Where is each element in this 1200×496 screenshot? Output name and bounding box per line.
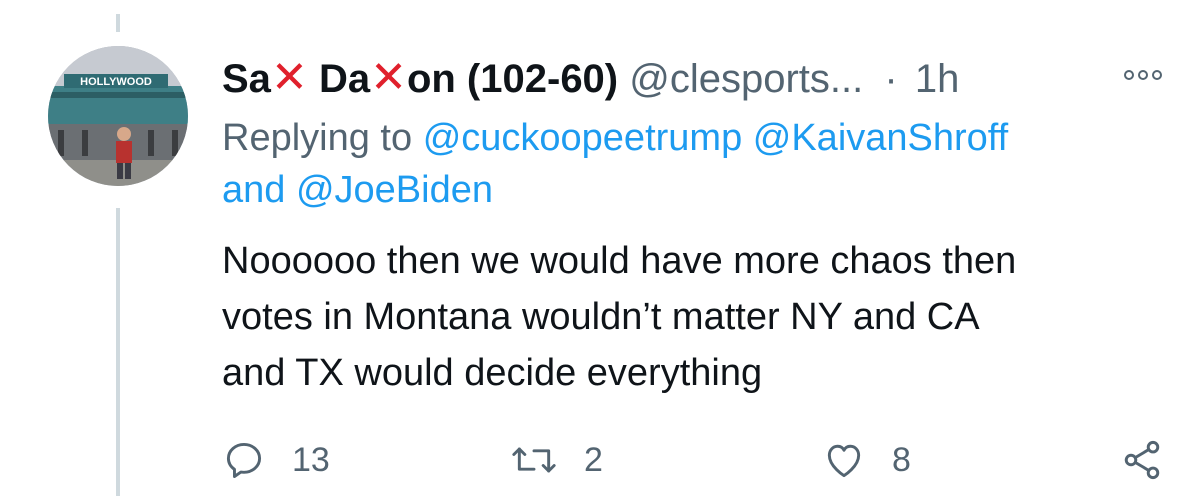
display-name-part-1: Sa [222,57,271,101]
avatar-photo: HOLLYWOOD [48,46,188,186]
tweet-text: Noooooo then we would have more chaos th… [222,233,1172,401]
avatar-sign-text: HOLLYWOOD [80,76,152,88]
more-dot [1152,70,1162,80]
display-name-part-3: on (102-60) [406,57,619,101]
mention-link[interactable]: @JoeBiden [296,169,493,211]
tweet-text-line: Noooooo then we would have more chaos th… [222,240,1017,282]
retweet-button[interactable]: 2 [510,430,603,490]
retweet-count: 2 [584,440,603,479]
thread-line-top [116,14,120,32]
reply-button[interactable]: 13 [222,430,330,490]
replying-to: Replying to @cuckoopeetrump @KaivanShrof… [222,112,1162,216]
mention-link[interactable]: @KaivanShroff [753,117,1008,159]
more-options-icon[interactable] [1124,70,1162,80]
display-name-part-2: Da [318,57,371,101]
share-button[interactable] [1120,430,1164,490]
more-dot [1124,70,1134,80]
reply-count: 13 [292,440,330,479]
more-dot [1138,70,1148,80]
tweet[interactable]: Sa✕ Da✕on (102-60) @clesports... · 1h Re… [222,0,1200,496]
like-count: 8 [892,440,911,479]
like-button[interactable]: 8 [822,430,911,490]
thread-line-bottom [116,208,120,496]
action-bar: 13 2 8 [222,430,1200,490]
mention-link[interactable]: @cuckoopeetrump [423,117,743,159]
cross-mark-icon: ✕ [270,53,308,102]
tweet-text-line: and TX would decide everything [222,352,763,394]
tweet-text-line: votes in Montana wouldn’t matter NY and … [222,296,980,338]
retweet-icon [512,447,556,473]
heart-icon [827,444,861,478]
display-name[interactable]: Sa✕ Da✕on (102-60) [222,53,619,102]
tweet-header: Sa✕ Da✕on (102-60) @clesports... · 1h [222,52,1200,104]
separator-dot: · [884,57,898,101]
cross-mark-icon: ✕ [370,53,407,102]
avatar[interactable]: HOLLYWOOD [48,46,188,186]
share-icon [1124,440,1160,480]
user-handle[interactable]: @clesports... [629,57,863,101]
timestamp[interactable]: 1h [915,57,960,101]
reply-icon [226,442,262,478]
replying-label: Replying to [222,117,413,159]
replying-and: and [222,169,286,211]
